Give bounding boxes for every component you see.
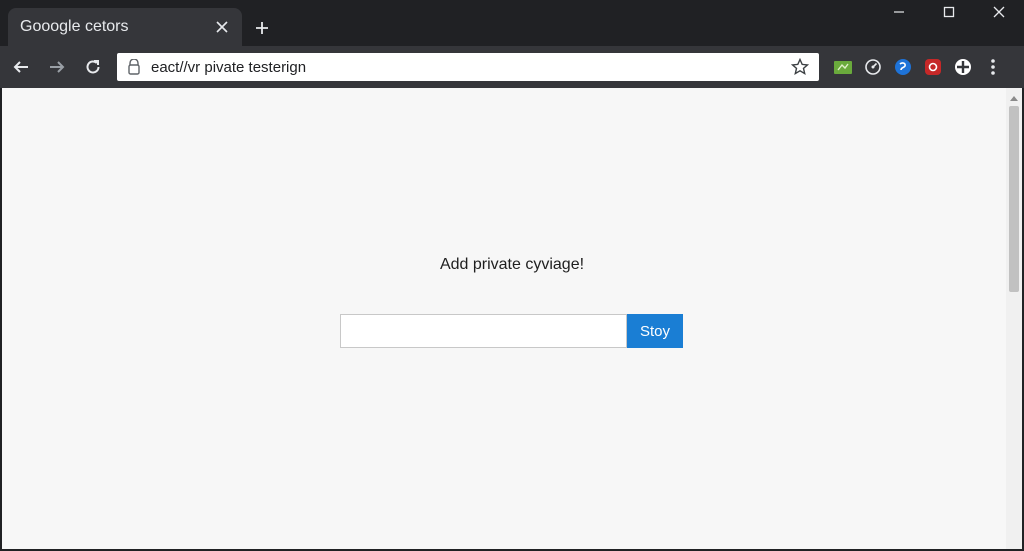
address-bar[interactable]: eact//vr pivate testerign	[117, 53, 819, 81]
window-controls	[874, 0, 1024, 24]
submit-button[interactable]: Stoy	[627, 314, 683, 348]
input-form: Stoy	[340, 314, 683, 348]
back-arrow-icon[interactable]	[6, 52, 36, 82]
tab-close-icon[interactable]	[212, 17, 232, 37]
close-window-icon[interactable]	[974, 0, 1024, 24]
white-extension-icon[interactable]	[952, 56, 974, 78]
tab-active[interactable]: Gooogle cetors	[8, 8, 242, 46]
page-heading: Add private cyviage!	[439, 256, 585, 273]
extensions-area	[832, 55, 1012, 79]
page-info-icon[interactable]	[125, 58, 143, 76]
red-extension-icon[interactable]	[922, 56, 944, 78]
tab-title: Gooogle cetors	[20, 18, 129, 35]
browser-toolbar: eact//vr pivate testerign	[0, 46, 1024, 88]
vertical-scrollbar[interactable]	[1006, 88, 1022, 549]
tab-strip: Gooogle cetors	[0, 0, 1024, 46]
address-url-text: eact//vr pivate testerign	[151, 58, 307, 76]
text-input[interactable]	[340, 314, 627, 348]
scroll-up-arrow-icon[interactable]	[1006, 92, 1022, 104]
kebab-menu-icon[interactable]	[982, 56, 1004, 78]
bookmark-star-icon[interactable]	[789, 56, 811, 78]
blue-extension-icon[interactable]	[892, 56, 914, 78]
reload-icon[interactable]	[78, 52, 108, 82]
maximize-icon[interactable]	[924, 0, 974, 24]
folder-extension-icon[interactable]	[832, 56, 854, 78]
minimize-icon[interactable]	[874, 0, 924, 24]
forward-arrow-icon[interactable]	[42, 52, 72, 82]
gauge-extension-icon[interactable]	[862, 56, 884, 78]
new-tab-plus-icon[interactable]	[250, 16, 274, 40]
page-viewport: Add private cyviage! Stoy	[2, 88, 1022, 549]
scrollbar-thumb[interactable]	[1009, 106, 1019, 292]
browser-window: Gooogle cetors eact//vr pivate testerign…	[0, 0, 1024, 551]
